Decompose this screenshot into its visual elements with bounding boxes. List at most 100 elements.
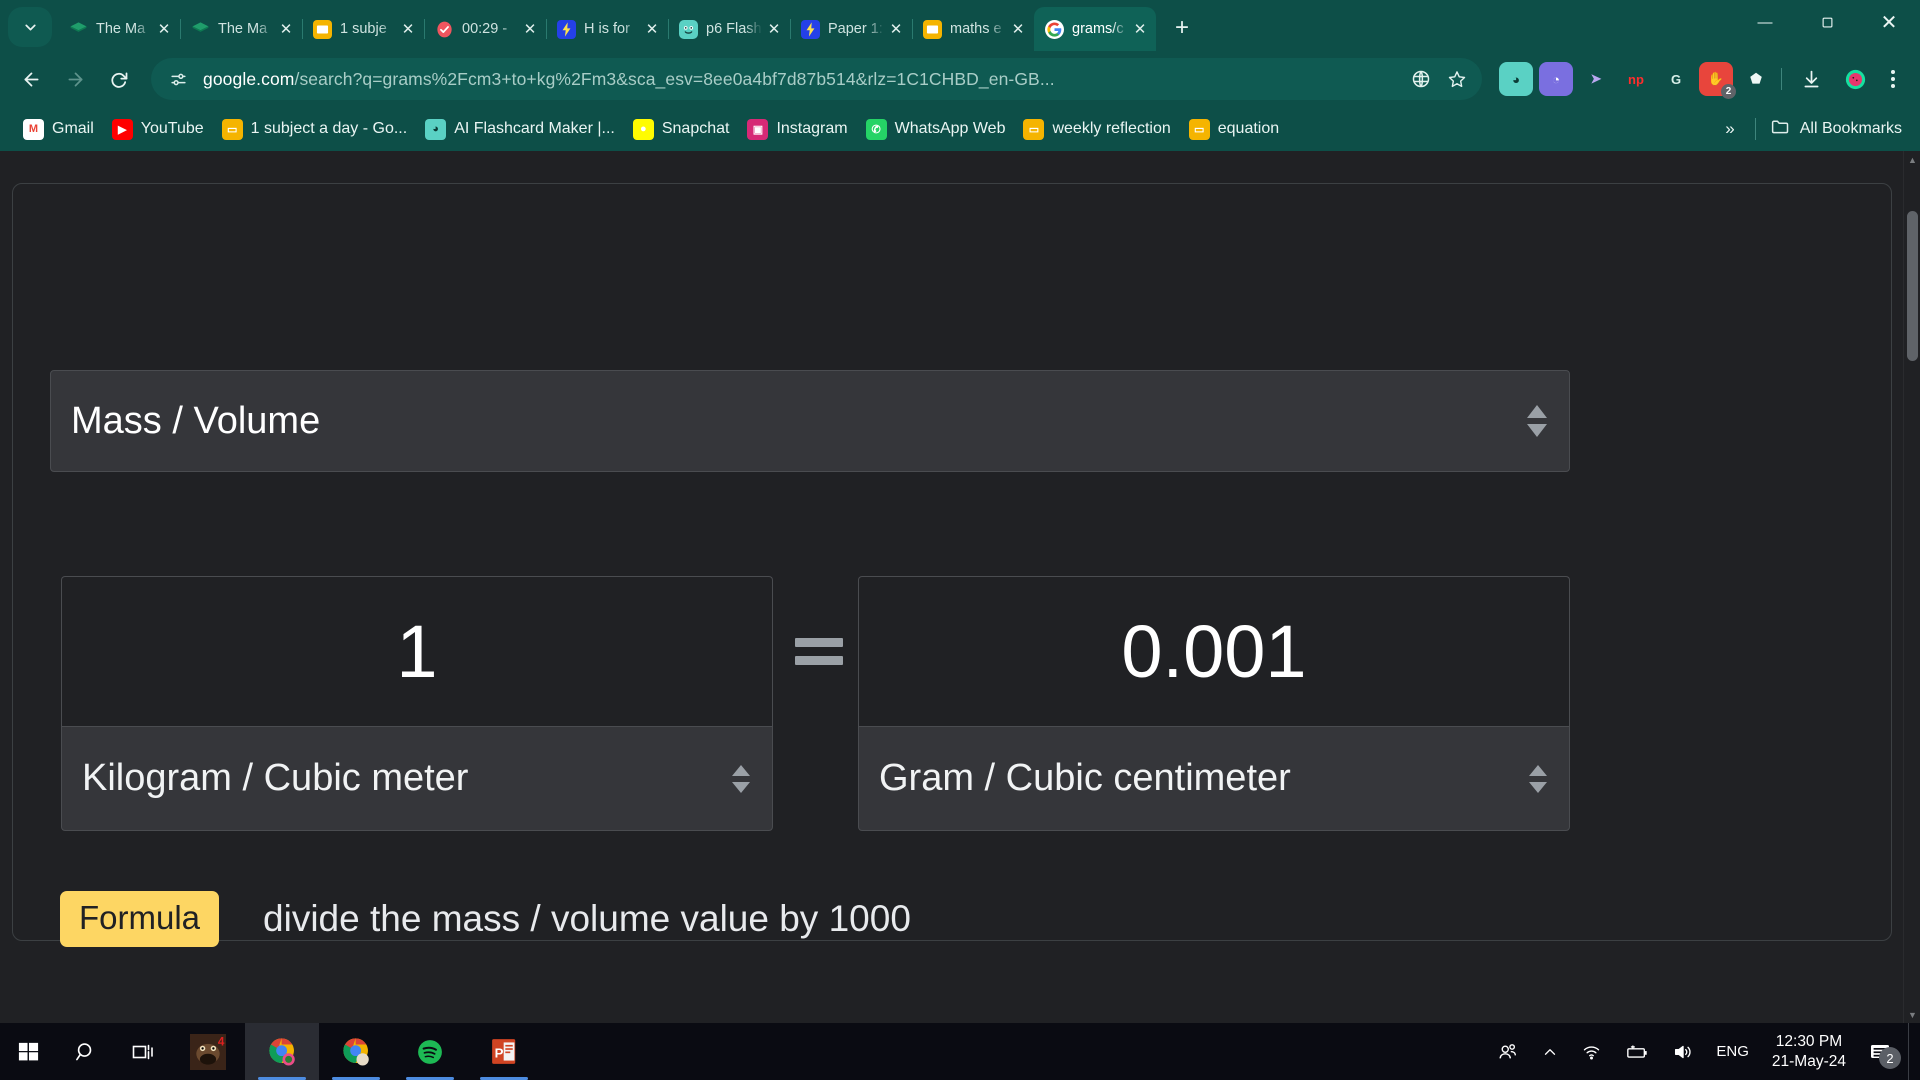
tab-close-icon[interactable]: ✕	[274, 17, 298, 41]
bookmark-label: Gmail	[52, 120, 94, 137]
bookmark-item[interactable]: ▶ YouTube	[103, 114, 213, 145]
search-button[interactable]	[57, 1023, 114, 1080]
bookmark-item[interactable]: ▭ 1 subject a day - Go...	[213, 114, 417, 145]
category-spinner-icon[interactable]	[1527, 405, 1547, 437]
bookmarks-divider	[1754, 118, 1756, 140]
tab-title: 1 subje	[340, 21, 387, 37]
bookmark-item[interactable]: ▭ weekly reflection	[1014, 114, 1179, 145]
start-button[interactable]	[0, 1023, 57, 1080]
bookmark-item[interactable]: ▭ equation	[1180, 114, 1288, 145]
chrome-menu-button[interactable]	[1878, 58, 1908, 100]
category-dropdown[interactable]: Mass / Volume	[50, 370, 1570, 472]
from-unit-dropdown[interactable]: Kilogram / Cubic meter	[61, 726, 773, 831]
bookmark-label: Snapchat	[661, 120, 730, 137]
cursor-arrow-extension[interactable]: ➤	[1579, 62, 1613, 96]
language-indicator[interactable]: ENG	[1705, 1023, 1760, 1080]
from-value-input[interactable]: 1	[61, 576, 773, 726]
tab-close-icon[interactable]: ✕	[518, 17, 542, 41]
new-tab-button[interactable]: +	[1162, 8, 1202, 48]
yellow-note-icon	[923, 19, 942, 39]
notifications-count-badge: 2	[1879, 1047, 1901, 1069]
tab-title: 00:29 -	[462, 21, 508, 37]
taskbar-app-powerpoint[interactable]: P	[467, 1023, 541, 1080]
bookmark-star-icon[interactable]	[1446, 68, 1468, 90]
back-button[interactable]	[10, 58, 52, 100]
tab-close-icon[interactable]: ✕	[152, 17, 176, 41]
address-bar[interactable]: google.com/search?q=grams%2Fcm3+to+kg%2F…	[151, 58, 1482, 100]
browser-tab[interactable]: H is for ✕	[546, 7, 669, 51]
scroll-down-arrow-icon[interactable]: ▼	[1904, 1006, 1920, 1023]
battery-charging-icon[interactable]	[1613, 1023, 1661, 1080]
adblock-extension[interactable]: ✋ 2	[1699, 62, 1736, 99]
extensions-puzzle-icon[interactable]: ⬟	[1739, 62, 1773, 96]
bookmark-item[interactable]: ✆ WhatsApp Web	[857, 114, 1015, 145]
to-unit-box: 0.001 Gram / Cubic centimeter	[858, 576, 1570, 831]
taskbar-app-fnaf[interactable]: 4	[171, 1023, 245, 1080]
profile-avatar[interactable]	[1834, 58, 1876, 100]
notifications-button[interactable]: 2	[1858, 1023, 1908, 1080]
yellow-note-icon: ▭	[1188, 118, 1210, 140]
clock[interactable]: 12:30 PM 21-May-24	[1760, 1032, 1858, 1071]
from-unit-box: 1 Kilogram / Cubic meter	[61, 576, 773, 831]
browser-tab[interactable]: The Ma ✕	[180, 7, 303, 51]
purple-app-extension[interactable]: ◔	[1539, 62, 1573, 96]
wifi-icon[interactable]	[1570, 1023, 1613, 1080]
bookmark-label: weekly reflection	[1052, 120, 1171, 137]
taskbar-app-spotify[interactable]	[393, 1023, 467, 1080]
task-view-button[interactable]	[114, 1023, 171, 1080]
ai-flashcard-maker-extension[interactable]: ◕	[1499, 62, 1533, 96]
tab-close-icon[interactable]: ✕	[1006, 17, 1030, 41]
maximize-button[interactable]	[1796, 0, 1858, 44]
all-bookmarks-button[interactable]: All Bookmarks	[1762, 111, 1910, 147]
to-unit-dropdown[interactable]: Gram / Cubic centimeter	[858, 726, 1570, 831]
downloads-button[interactable]	[1790, 58, 1832, 100]
bookmark-item[interactable]: ◕ AI Flashcard Maker |...	[416, 114, 624, 145]
taskbar-app-chrome-active[interactable]	[245, 1023, 319, 1080]
speaker-icon[interactable]	[1661, 1023, 1705, 1080]
from-unit-spinner-icon[interactable]	[732, 764, 750, 793]
tray-overflow-chevron-icon[interactable]	[1530, 1023, 1570, 1080]
site-settings-icon[interactable]	[167, 68, 189, 90]
tab-close-icon[interactable]: ✕	[762, 17, 786, 41]
people-icon[interactable]	[1486, 1023, 1530, 1080]
tab-search-button[interactable]	[8, 7, 52, 47]
url-text: google.com/search?q=grams%2Fcm3+to+kg%2F…	[203, 69, 1400, 90]
tab-close-icon[interactable]: ✕	[396, 17, 420, 41]
scroll-up-arrow-icon[interactable]: ▲	[1904, 151, 1920, 168]
location-icon[interactable]	[1410, 68, 1432, 90]
browser-tab[interactable]: The Ma ✕	[58, 7, 181, 51]
minimize-button[interactable]: —	[1734, 0, 1796, 44]
show-desktop-button[interactable]	[1908, 1023, 1916, 1080]
scrollbar-thumb[interactable]	[1907, 211, 1918, 361]
bookmark-item[interactable]: ▣ Instagram	[738, 114, 856, 145]
all-bookmarks-label: All Bookmarks	[1799, 120, 1902, 137]
browser-tab[interactable]: 1 subje ✕	[302, 7, 425, 51]
tab-close-icon[interactable]: ✕	[884, 17, 908, 41]
tab-title: p6 Flash	[706, 21, 762, 37]
bookmark-label: 1 subject a day - Go...	[250, 120, 408, 137]
forward-button[interactable]	[54, 58, 96, 100]
tab-list: The Ma ✕ The Ma ✕ 1 subje ✕ 00:29 - ✕ H is for ✕…	[58, 0, 1156, 51]
browser-tab[interactable]: Paper 1: ✕	[790, 7, 913, 51]
browser-tab[interactable]: 00:29 - ✕	[424, 7, 547, 51]
reload-button[interactable]	[98, 58, 140, 100]
youtube-icon: ▶	[111, 118, 133, 140]
clock-date: 21-May-24	[1771, 1052, 1846, 1070]
browser-tab[interactable]: maths e ✕	[912, 7, 1034, 51]
close-window-button[interactable]: ✕	[1858, 0, 1920, 44]
to-unit-spinner-icon[interactable]	[1529, 764, 1547, 793]
browser-tab[interactable]: p6 Flash ✕	[668, 7, 791, 51]
tab-close-icon[interactable]: ✕	[1128, 17, 1152, 41]
tab-close-icon[interactable]: ✕	[640, 17, 664, 41]
np-extension[interactable]: np	[1619, 62, 1653, 96]
browser-tab-active[interactable]: grams/c ✕	[1034, 7, 1156, 51]
toolbar-divider	[1781, 68, 1782, 90]
page-scrollbar[interactable]: ▲ ▼	[1903, 151, 1920, 1023]
to-value-input[interactable]: 0.001	[858, 576, 1570, 726]
bookmark-item[interactable]: M Gmail	[14, 114, 103, 145]
bookmark-item[interactable]: ● Snapchat	[624, 114, 739, 145]
grammarly-extension[interactable]: G	[1659, 62, 1693, 96]
bookmarks-overflow-button[interactable]: »	[1711, 119, 1748, 139]
taskbar-app-chrome-2[interactable]	[319, 1023, 393, 1080]
green-book-icon	[191, 20, 210, 39]
